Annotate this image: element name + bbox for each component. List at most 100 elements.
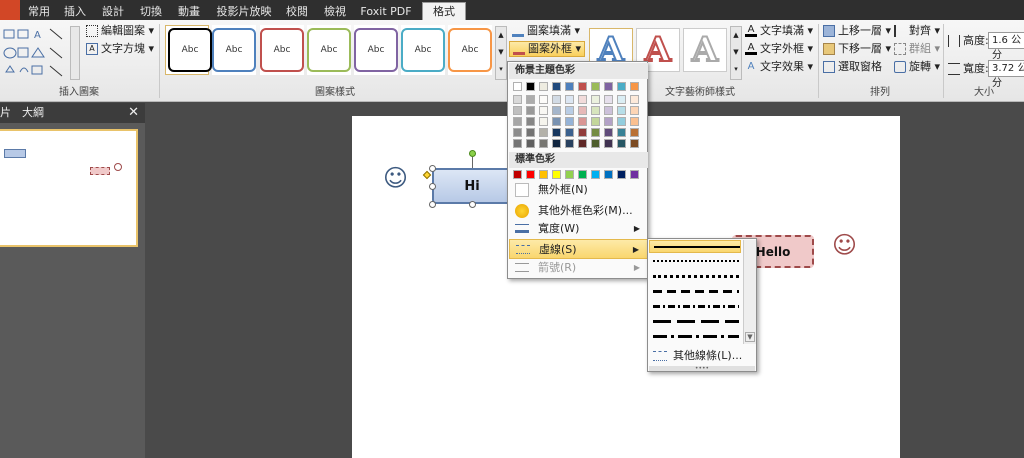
theme-color-swatch[interactable] bbox=[578, 128, 587, 137]
standard-color-swatch[interactable] bbox=[513, 170, 522, 179]
theme-color-swatch[interactable] bbox=[539, 128, 548, 137]
theme-color-swatch[interactable] bbox=[604, 82, 613, 91]
resize-handle-sw[interactable] bbox=[429, 201, 436, 208]
theme-color-swatch[interactable] bbox=[617, 117, 626, 126]
theme-color-swatch[interactable] bbox=[539, 95, 548, 104]
theme-color-swatch[interactable] bbox=[539, 139, 548, 148]
dash-long-dash-dot[interactable] bbox=[649, 330, 741, 343]
theme-color-swatch[interactable] bbox=[604, 95, 613, 104]
theme-color-swatch[interactable] bbox=[604, 139, 613, 148]
dash-long-dash[interactable] bbox=[649, 315, 741, 328]
rotate-button[interactable]: 旋轉 ▾ bbox=[894, 60, 940, 74]
tab-outline[interactable]: 大綱 bbox=[22, 103, 44, 123]
dash-dash[interactable] bbox=[649, 285, 741, 298]
text-outline-button[interactable]: A 文字外框 ▾ bbox=[745, 42, 813, 56]
shape-style-6[interactable]: Abc bbox=[401, 25, 445, 75]
theme-color-swatch[interactable] bbox=[591, 128, 600, 137]
theme-color-swatch[interactable] bbox=[565, 128, 574, 137]
dash-square-dot[interactable] bbox=[649, 270, 741, 283]
tab-animations[interactable]: 動畫 bbox=[172, 3, 206, 20]
tab-foxit-pdf[interactable]: Foxit PDF bbox=[356, 3, 416, 20]
theme-color-swatch[interactable] bbox=[578, 106, 587, 115]
theme-color-swatch[interactable] bbox=[617, 82, 626, 91]
theme-color-swatch[interactable] bbox=[513, 117, 522, 126]
align-button[interactable]: 對齊 ▾ bbox=[894, 24, 940, 38]
tab-transitions[interactable]: 切換 bbox=[134, 3, 168, 20]
theme-color-swatch[interactable] bbox=[578, 95, 587, 104]
dash-solid[interactable] bbox=[649, 240, 741, 253]
tab-design[interactable]: 設計 bbox=[96, 3, 130, 20]
theme-color-swatch[interactable] bbox=[526, 128, 535, 137]
weight-item[interactable]: 寬度(W) ▶ bbox=[509, 219, 648, 239]
theme-color-swatch[interactable] bbox=[578, 117, 587, 126]
theme-color-swatch[interactable] bbox=[565, 82, 574, 91]
shape-styles-scroll[interactable]: ▲ ▼ ▾ bbox=[495, 26, 507, 80]
theme-color-swatch[interactable] bbox=[513, 106, 522, 115]
send-backward-button[interactable]: 下移一層 ▾ bbox=[823, 42, 891, 56]
theme-color-swatch[interactable] bbox=[591, 117, 600, 126]
theme-color-swatch[interactable] bbox=[539, 82, 548, 91]
dash-round-dot[interactable] bbox=[649, 255, 741, 268]
theme-color-swatch[interactable] bbox=[630, 95, 639, 104]
rotation-handle[interactable] bbox=[469, 150, 476, 157]
more-lines-item[interactable]: 其他線條(L)... bbox=[649, 347, 755, 365]
width-input[interactable]: 3.72 公分 bbox=[988, 60, 1024, 89]
tab-format[interactable]: 格式 bbox=[422, 2, 466, 20]
theme-color-swatch[interactable] bbox=[552, 82, 561, 91]
theme-color-swatch[interactable] bbox=[552, 128, 561, 137]
bring-forward-button[interactable]: 上移一層 ▾ bbox=[823, 24, 891, 38]
theme-color-swatch[interactable] bbox=[513, 139, 522, 148]
standard-color-swatch[interactable] bbox=[578, 170, 587, 179]
theme-color-swatch[interactable] bbox=[617, 106, 626, 115]
theme-color-swatch[interactable] bbox=[539, 117, 548, 126]
dashes-item[interactable]: 虛線(S) ▶ bbox=[509, 239, 648, 259]
theme-color-swatch[interactable] bbox=[565, 95, 574, 104]
standard-color-swatch[interactable] bbox=[539, 170, 548, 179]
scroll-down-icon[interactable]: ▼ bbox=[745, 332, 755, 342]
edit-shape-button[interactable]: 編輯圖案 ▾ bbox=[86, 24, 154, 38]
theme-color-swatch[interactable] bbox=[604, 106, 613, 115]
theme-color-swatch[interactable] bbox=[526, 95, 535, 104]
theme-color-swatch[interactable] bbox=[591, 82, 600, 91]
theme-color-swatch[interactable] bbox=[552, 117, 561, 126]
theme-color-swatch[interactable] bbox=[578, 82, 587, 91]
resize-handle-w[interactable] bbox=[429, 183, 436, 190]
close-icon[interactable]: ✕ bbox=[128, 103, 139, 123]
theme-color-swatch[interactable] bbox=[565, 106, 574, 115]
shapes-scroll[interactable] bbox=[70, 26, 80, 80]
tab-review[interactable]: 校閱 bbox=[280, 3, 314, 20]
theme-color-swatch[interactable] bbox=[591, 106, 600, 115]
theme-color-swatch[interactable] bbox=[604, 128, 613, 137]
text-effects-button[interactable]: A 文字效果 ▾ bbox=[745, 60, 813, 74]
shape-style-7[interactable]: Abc bbox=[448, 25, 492, 75]
theme-color-swatch[interactable] bbox=[591, 139, 600, 148]
shape-hi[interactable]: Hi bbox=[432, 168, 512, 204]
theme-color-swatch[interactable] bbox=[526, 139, 535, 148]
text-box-button[interactable]: A 文字方塊 ▾ bbox=[86, 42, 154, 56]
selection-pane-button[interactable]: 選取窗格 bbox=[823, 60, 882, 74]
tab-home[interactable]: 常用 bbox=[22, 3, 56, 20]
shape-style-1[interactable]: Abc bbox=[165, 25, 212, 75]
theme-color-swatch[interactable] bbox=[617, 139, 626, 148]
tab-slides[interactable]: 片 bbox=[0, 103, 14, 123]
dash-dash-dot[interactable] bbox=[649, 300, 741, 313]
theme-color-swatch[interactable] bbox=[604, 117, 613, 126]
arrows-item[interactable]: 箭號(R) ▶ bbox=[509, 258, 648, 278]
no-outline-item[interactable]: 無外框(N) bbox=[509, 180, 648, 200]
standard-color-swatch[interactable] bbox=[617, 170, 626, 179]
theme-color-swatch[interactable] bbox=[526, 106, 535, 115]
theme-color-swatch[interactable] bbox=[539, 106, 548, 115]
height-input[interactable]: 1.6 公分 bbox=[988, 32, 1024, 61]
more-outline-colors-item[interactable]: 其他外框色彩(M)... bbox=[509, 201, 648, 221]
theme-color-swatch[interactable] bbox=[617, 95, 626, 104]
theme-color-swatch[interactable] bbox=[617, 128, 626, 137]
standard-color-swatch[interactable] bbox=[604, 170, 613, 179]
dash-submenu-scrollbar[interactable]: ▼ bbox=[743, 240, 756, 344]
wordart-scroll[interactable]: ▲ ▼ ▾ bbox=[730, 26, 742, 80]
theme-color-swatch[interactable] bbox=[552, 106, 561, 115]
standard-color-swatch[interactable] bbox=[591, 170, 600, 179]
tab-view[interactable]: 檢視 bbox=[318, 3, 352, 20]
theme-color-swatch[interactable] bbox=[630, 106, 639, 115]
theme-color-swatch[interactable] bbox=[513, 95, 522, 104]
standard-color-swatch[interactable] bbox=[552, 170, 561, 179]
